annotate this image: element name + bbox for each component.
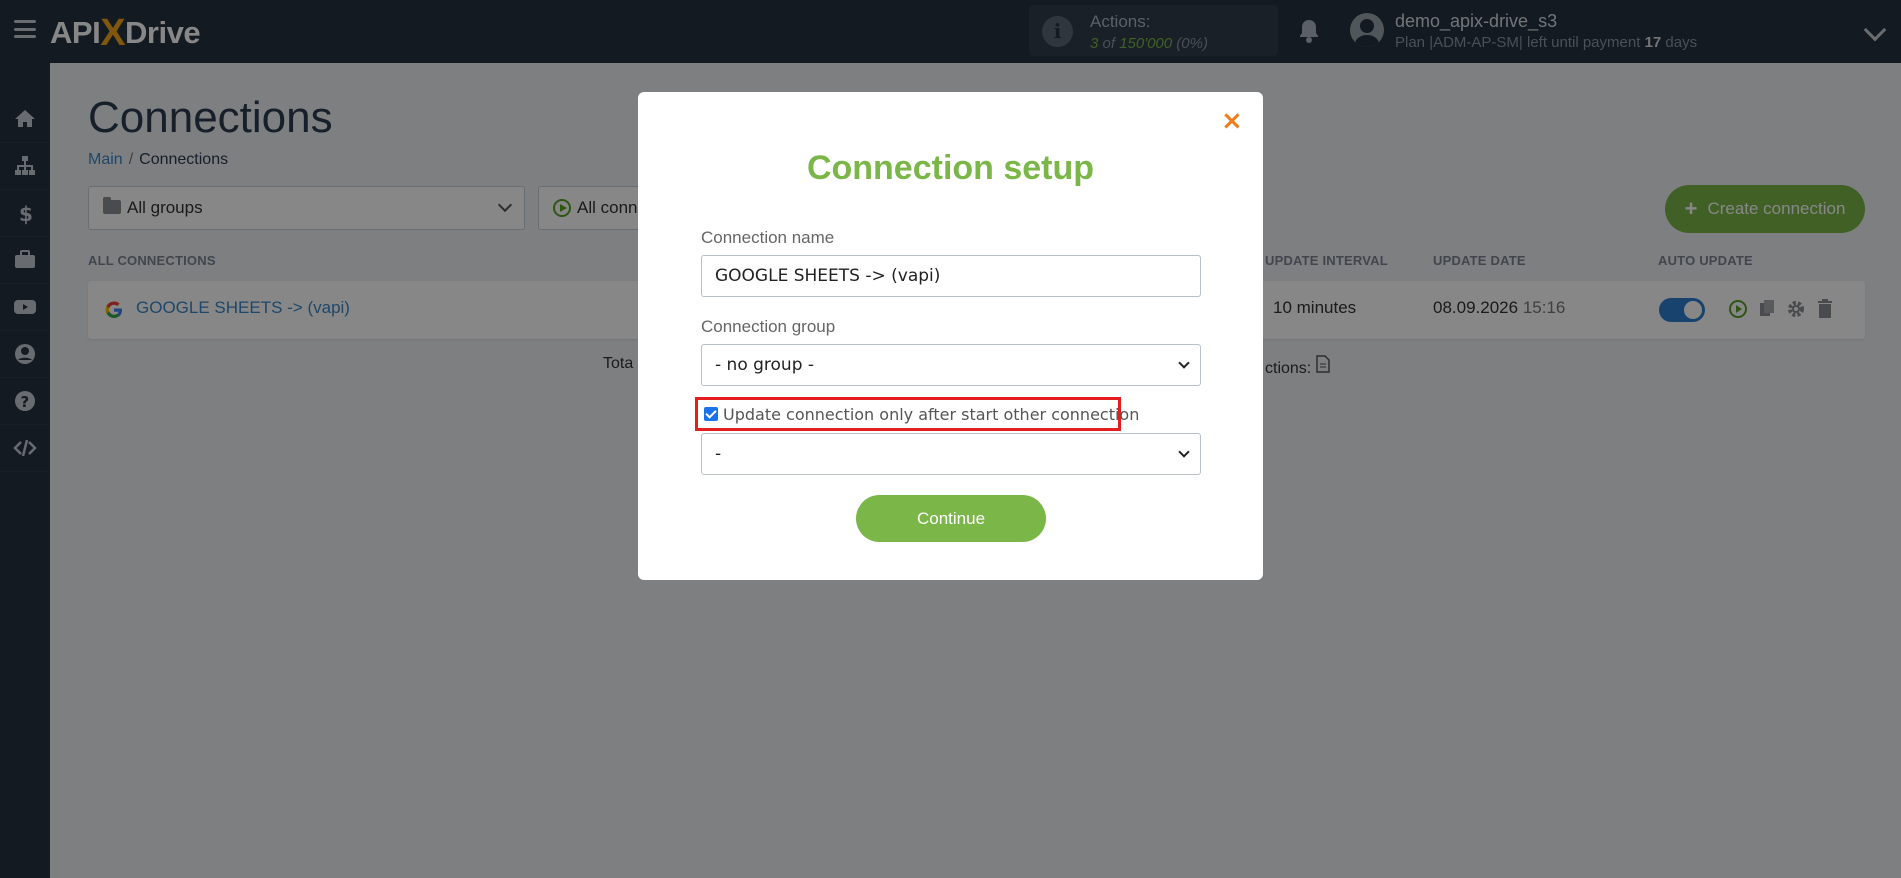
update-after-checkbox[interactable] bbox=[704, 407, 718, 421]
chevron-down-icon bbox=[1178, 357, 1190, 369]
connection-name-input[interactable]: GOOGLE SHEETS -> (vapi) bbox=[701, 255, 1201, 297]
highlight-box: Update connection only after start other… bbox=[695, 397, 1139, 431]
connection-name-label: Connection name bbox=[701, 228, 835, 247]
chevron-down-icon bbox=[1178, 446, 1190, 458]
modal-title: Connection setup bbox=[806, 149, 1095, 187]
update-after-label[interactable]: Update connection only after start other… bbox=[723, 405, 1139, 424]
connection-group-label: Connection group bbox=[701, 317, 836, 336]
continue-button[interactable]: Continue bbox=[856, 495, 1046, 542]
connection-group-select[interactable]: - no group - bbox=[701, 344, 1201, 386]
close-icon[interactable]: × bbox=[1221, 106, 1243, 136]
connection-setup-modal: × Connection setup Connection name GOOGL… bbox=[638, 92, 1263, 580]
dependency-connection-select[interactable]: - bbox=[701, 433, 1201, 475]
